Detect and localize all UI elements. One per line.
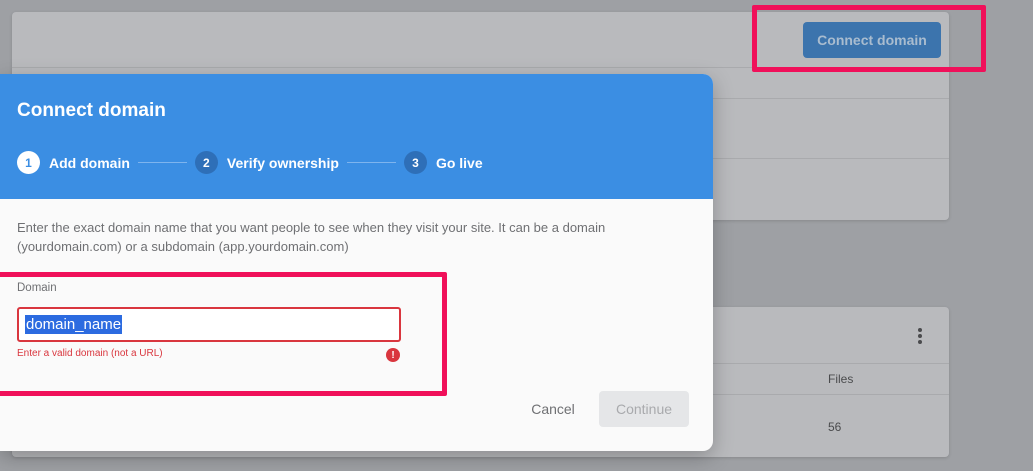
step-label: Verify ownership xyxy=(226,154,339,171)
dialog-description: Enter the exact domain name that you wan… xyxy=(17,220,606,254)
step-connector xyxy=(137,162,187,163)
cancel-button[interactable]: Cancel xyxy=(521,391,585,427)
step-add-domain: 1 Add domain xyxy=(17,151,130,174)
files-value: 56 xyxy=(828,420,842,434)
files-column-header: Files xyxy=(828,372,854,386)
dialog-header: Connect domain 1 Add domain 2 Verify own… xyxy=(0,74,713,199)
step-label: Go live xyxy=(435,154,483,171)
step-connector xyxy=(346,162,396,163)
continue-button[interactable]: Continue xyxy=(599,391,689,427)
step-label: Add domain xyxy=(49,154,130,171)
more-vert-icon[interactable] xyxy=(916,326,924,346)
step-go-live: 3 Go live xyxy=(403,151,483,174)
step-number: 2 xyxy=(194,151,218,174)
step-number: 1 xyxy=(17,151,40,174)
stepper: 1 Add domain 2 Verify ownership 3 Go liv… xyxy=(17,151,483,174)
step-number: 3 xyxy=(403,151,427,174)
highlight-domain-field xyxy=(0,272,447,396)
dialog-title: Connect domain xyxy=(17,100,166,121)
step-verify-ownership: 2 Verify ownership xyxy=(194,151,339,174)
highlight-connect-button xyxy=(752,5,986,72)
